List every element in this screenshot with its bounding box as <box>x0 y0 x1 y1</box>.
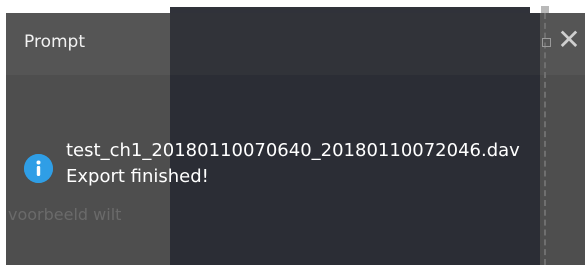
minimize-icon[interactable] <box>542 38 551 47</box>
bottom-edge <box>0 265 585 271</box>
close-icon[interactable]: ✕ <box>557 25 581 55</box>
background-text: voorbeeld wilt <box>8 205 122 224</box>
dialog-title: Prompt <box>24 32 85 52</box>
dialog-message: test_ch1_20180110070640_20180110072046.d… <box>66 138 520 190</box>
dashed-divider <box>544 13 546 265</box>
export-status: Export finished! <box>66 166 209 187</box>
prompt-dialog: Prompt voorbeeld wilt ✕ test_ch1_2018011… <box>6 13 585 265</box>
info-icon <box>24 154 53 183</box>
exported-filename: test_ch1_20180110070640_20180110072046.d… <box>66 140 520 161</box>
